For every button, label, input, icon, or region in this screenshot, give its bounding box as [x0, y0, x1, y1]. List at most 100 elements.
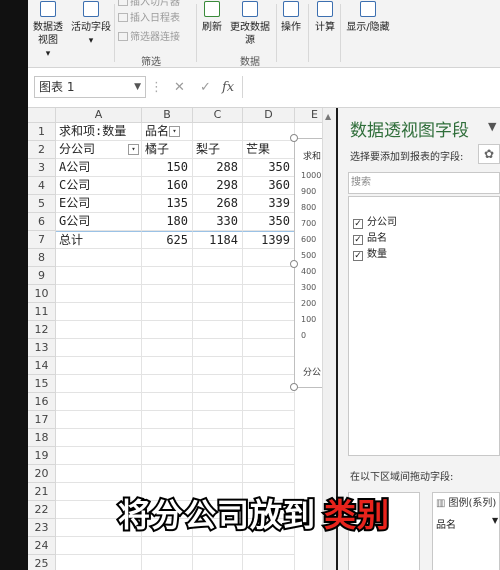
row-header[interactable]: 11: [28, 303, 56, 321]
row-header[interactable]: 1: [28, 123, 56, 141]
cell-a1[interactable]: 求和项:数量: [56, 123, 142, 141]
calculations-button[interactable]: 计算: [312, 0, 338, 34]
empty-cell[interactable]: [142, 267, 193, 285]
row-header[interactable]: 21: [28, 483, 56, 501]
insert-timeline-button[interactable]: 插入日程表: [118, 12, 180, 26]
pivot-chart-button[interactable]: 数据透视图 ▾: [30, 0, 66, 61]
row-header[interactable]: 20: [28, 465, 56, 483]
table-cell[interactable]: 360: [243, 177, 295, 195]
empty-cell[interactable]: [193, 267, 243, 285]
table-cell[interactable]: 350: [243, 159, 295, 177]
row-header[interactable]: 10: [28, 285, 56, 303]
empty-cell[interactable]: [56, 339, 142, 357]
empty-cell[interactable]: [142, 447, 193, 465]
empty-cell[interactable]: [193, 339, 243, 357]
table-cell[interactable]: 350: [243, 213, 295, 231]
empty-cell[interactable]: [56, 303, 142, 321]
actions-button[interactable]: 操作: [278, 0, 304, 34]
empty-cell[interactable]: [243, 285, 295, 303]
empty-cell[interactable]: [142, 357, 193, 375]
empty-cell[interactable]: [56, 411, 142, 429]
empty-cell[interactable]: [193, 429, 243, 447]
empty-cell[interactable]: [56, 537, 142, 555]
row-header[interactable]: 2: [28, 141, 56, 159]
empty-cell[interactable]: [56, 429, 142, 447]
empty-cell[interactable]: [142, 465, 193, 483]
cell-b1[interactable]: 品名 ▾: [142, 123, 193, 141]
filter-dropdown-icon[interactable]: ▾: [169, 126, 180, 137]
row-header[interactable]: 16: [28, 393, 56, 411]
filter-dropdown-icon[interactable]: ▾: [128, 144, 139, 155]
row-header[interactable]: 6: [28, 213, 56, 231]
empty-cell[interactable]: [56, 249, 142, 267]
insert-slicer-button[interactable]: 插入切片器: [118, 0, 180, 10]
empty-cell[interactable]: [142, 555, 193, 570]
field-search-input[interactable]: 搜索: [348, 172, 500, 194]
empty-cell[interactable]: [56, 555, 142, 570]
resize-handle[interactable]: [290, 134, 298, 142]
table-cell[interactable]: 625: [142, 231, 193, 249]
column-header-a[interactable]: A: [56, 108, 142, 123]
table-cell[interactable]: E公司: [56, 195, 142, 213]
empty-cell[interactable]: [243, 393, 295, 411]
chevron-down-icon[interactable]: ▼: [134, 77, 141, 97]
table-cell[interactable]: 160: [142, 177, 193, 195]
empty-cell[interactable]: [243, 267, 295, 285]
cell-b2[interactable]: 橘子: [142, 141, 193, 159]
empty-cell[interactable]: [56, 447, 142, 465]
resize-handle[interactable]: [290, 383, 298, 391]
row-header[interactable]: 8: [28, 249, 56, 267]
gear-icon[interactable]: ✿: [478, 144, 500, 164]
table-cell[interactable]: A公司: [56, 159, 142, 177]
empty-cell[interactable]: [56, 321, 142, 339]
cell-d1[interactable]: [243, 123, 295, 141]
table-cell[interactable]: 339: [243, 195, 295, 213]
pane-options-icon[interactable]: ▼: [488, 120, 496, 133]
empty-cell[interactable]: [243, 339, 295, 357]
empty-cell[interactable]: [56, 393, 142, 411]
empty-cell[interactable]: [193, 285, 243, 303]
empty-cell[interactable]: [243, 555, 295, 570]
empty-cell[interactable]: [56, 357, 142, 375]
row-header[interactable]: 14: [28, 357, 56, 375]
field-item-quantity[interactable]: ✓ 数量: [353, 245, 387, 261]
table-cell[interactable]: 150: [142, 159, 193, 177]
empty-cell[interactable]: [56, 267, 142, 285]
empty-cell[interactable]: [193, 321, 243, 339]
enter-icon[interactable]: ✓: [200, 80, 211, 95]
table-cell[interactable]: 298: [193, 177, 243, 195]
field-item-company[interactable]: ✓ 分公司: [353, 213, 397, 229]
row-header[interactable]: 18: [28, 429, 56, 447]
empty-cell[interactable]: [142, 303, 193, 321]
empty-cell[interactable]: [142, 375, 193, 393]
empty-cell[interactable]: [142, 285, 193, 303]
row-header[interactable]: 7: [28, 231, 56, 249]
empty-cell[interactable]: [193, 249, 243, 267]
empty-cell[interactable]: [243, 303, 295, 321]
empty-cell[interactable]: [193, 303, 243, 321]
column-header-b[interactable]: B: [142, 108, 193, 123]
empty-cell[interactable]: [193, 555, 243, 570]
chevron-down-icon[interactable]: ▼: [492, 516, 498, 525]
row-header[interactable]: 12: [28, 321, 56, 339]
row-header[interactable]: 19: [28, 447, 56, 465]
table-cell[interactable]: 1399: [243, 231, 295, 249]
empty-cell[interactable]: [142, 321, 193, 339]
empty-cell[interactable]: [243, 321, 295, 339]
checkbox-checked-icon[interactable]: ✓: [353, 235, 363, 245]
empty-cell[interactable]: [193, 393, 243, 411]
name-box[interactable]: 图表 1 ▼: [34, 76, 146, 98]
empty-cell[interactable]: [142, 249, 193, 267]
empty-cell[interactable]: [142, 411, 193, 429]
row-header[interactable]: 25: [28, 555, 56, 570]
empty-cell[interactable]: [243, 249, 295, 267]
field-item-product[interactable]: ✓ 品名: [353, 229, 387, 245]
table-cell[interactable]: 268: [193, 195, 243, 213]
table-cell[interactable]: 180: [142, 213, 193, 231]
empty-cell[interactable]: [243, 357, 295, 375]
empty-cell[interactable]: [193, 411, 243, 429]
table-cell[interactable]: 135: [142, 195, 193, 213]
show-hide-button[interactable]: 显示/隐藏: [344, 0, 392, 34]
formula-input[interactable]: [242, 76, 496, 98]
empty-cell[interactable]: [56, 285, 142, 303]
